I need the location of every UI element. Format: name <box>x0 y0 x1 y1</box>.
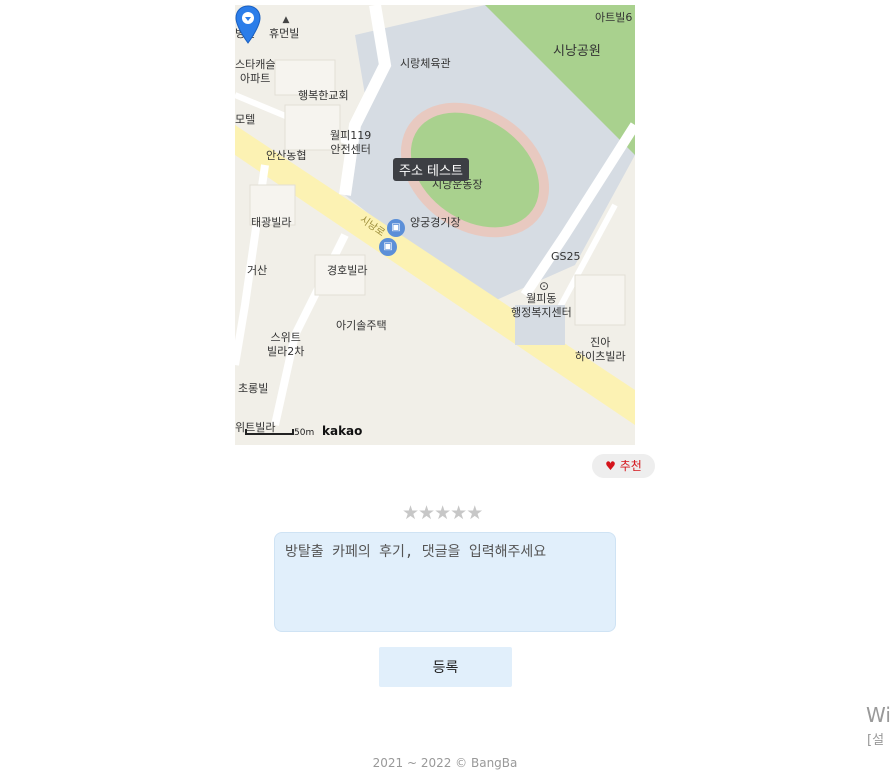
map-label-artvil: 아트빌6 <box>595 11 633 24</box>
recommend-label: 추천 <box>619 459 642 473</box>
map-label-nonghyup: 안산농협 <box>266 149 307 162</box>
building-icon: ▲ <box>282 15 290 25</box>
map-marker-tooltip: 주소 테스트 <box>393 158 469 181</box>
map-label-suite: 스위트 빌라2차 <box>267 331 305 358</box>
comment-textarea[interactable] <box>274 532 616 632</box>
star-icon[interactable]: ★ <box>450 502 467 524</box>
recommend-button[interactable]: ♥ 추천 <box>592 454 655 478</box>
government-office-icon: ⊙ <box>539 279 550 293</box>
map-label-agisol: 아기솔주택 <box>336 319 387 332</box>
star-icon[interactable]: ★ <box>418 502 435 524</box>
rating-stars[interactable]: ★★★★★ <box>402 502 483 524</box>
map-label-jinah: 진아 하이츠빌라 <box>575 336 626 363</box>
map-provider-logo: kakao <box>322 424 363 438</box>
map-scale-label: 50m <box>294 428 315 438</box>
heart-icon: ♥ <box>605 459 616 473</box>
star-icon[interactable]: ★ <box>466 502 483 524</box>
star-icon[interactable]: ★ <box>402 502 419 524</box>
bus-stop-icon[interactable]: ▣ <box>379 238 397 256</box>
star-icon[interactable]: ★ <box>434 502 451 524</box>
submit-button[interactable]: 등록 <box>379 647 512 687</box>
map-label-startacastle: 스타캐슬 아파트 <box>235 58 276 85</box>
map-label-geosan: 거산 <box>247 264 268 277</box>
windows-watermark-sub: [설 <box>867 733 885 748</box>
windows-watermark: Wi <box>866 703 890 727</box>
map-label-haengbok: 행복한교회 <box>298 89 349 102</box>
map-label-gs25: GS25 <box>551 250 581 263</box>
map-label-chorong: 초롱빌 <box>238 382 269 395</box>
map-label-welfare-center: 월피동 행정복지센터 <box>511 292 572 319</box>
map-label-motel: 모텔 <box>235 113 256 126</box>
map-view[interactable]: 병원 ▲ 휴먼빌 스타캐슬 아파트 모텔 행복한교회 시랑체육관 시낭공원 아트… <box>235 5 635 445</box>
map-label-fire-station: 월피119 안전센터 <box>330 129 372 156</box>
location-pin-icon[interactable] <box>235 5 261 45</box>
map-label-humanbil: 휴먼빌 <box>269 27 300 40</box>
map-label-gymnasium: 시랑체육관 <box>400 57 451 70</box>
map-label-archery: 양궁경기장 <box>410 216 461 229</box>
bus-stop-icon[interactable]: ▣ <box>387 219 405 237</box>
map-label-gyeongho: 경호빌라 <box>327 264 368 277</box>
footer-copyright: 2021 ~ 2022 © BangBa <box>372 756 518 770</box>
map-scale-bar <box>245 429 294 435</box>
map-label-taegwang: 태광빌라 <box>251 216 292 229</box>
map-label-park: 시낭공원 <box>553 44 601 59</box>
